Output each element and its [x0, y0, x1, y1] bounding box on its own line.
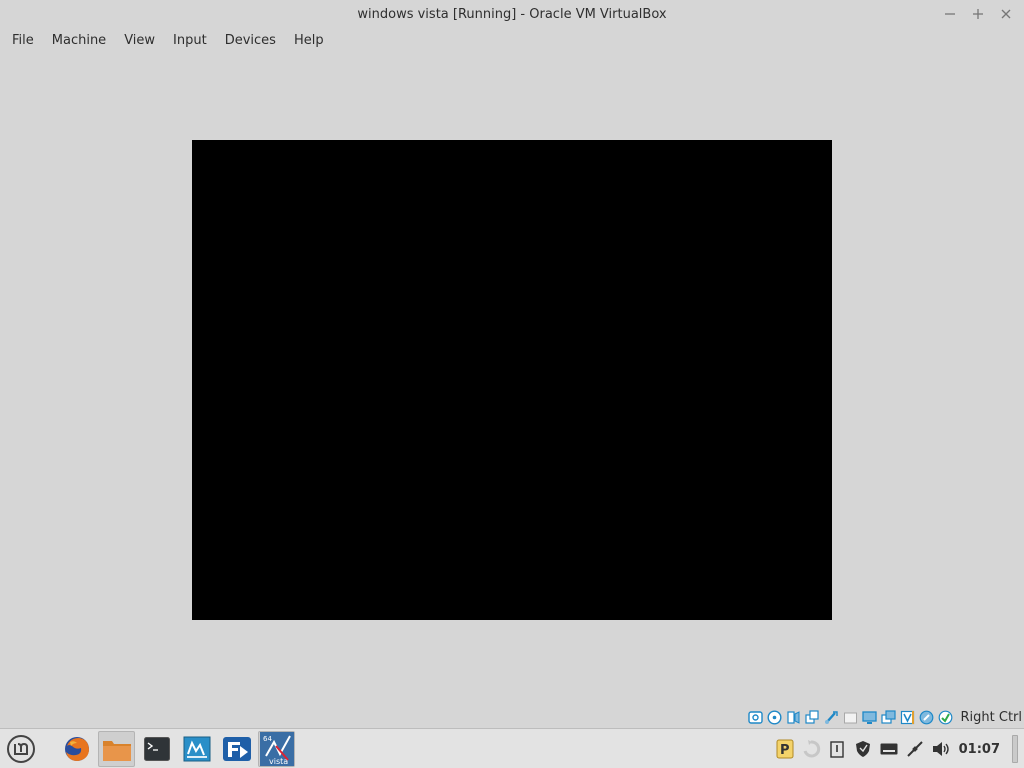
volume-icon[interactable] [931, 739, 951, 759]
menu-devices[interactable]: Devices [216, 28, 285, 54]
bottom-panel: 64 vista P 01:07 [0, 728, 1024, 768]
app-launcher[interactable] [218, 731, 255, 767]
folder-icon [102, 741, 131, 761]
app-icon [222, 737, 251, 761]
terminal-icon [143, 737, 170, 761]
pamac-icon[interactable]: P [775, 739, 795, 759]
vista-badge-top: 64 [263, 735, 272, 743]
minimize-button[interactable] [938, 3, 962, 25]
panel-clock[interactable]: 01:07 [959, 742, 1000, 757]
optical-drive-icon[interactable] [767, 709, 783, 725]
audio-icon[interactable] [786, 709, 802, 725]
panel-launchers: 64 vista [58, 731, 295, 767]
window-controls [938, 3, 1018, 25]
vista-vm-icon: 64 vista [259, 732, 294, 766]
maximize-icon [973, 9, 983, 19]
menu-input[interactable]: Input [164, 28, 216, 54]
files-launcher[interactable] [98, 731, 135, 767]
window-title: windows vista [Running] - Oracle VM Virt… [357, 6, 667, 22]
network-icon[interactable] [805, 709, 821, 725]
title-bar: windows vista [Running] - Oracle VM Virt… [0, 0, 1024, 28]
start-menu-button[interactable] [4, 733, 38, 765]
mint-logo-icon [7, 735, 35, 763]
close-icon [1001, 9, 1011, 19]
menu-help[interactable]: Help [285, 28, 333, 54]
update-icon[interactable] [801, 739, 821, 759]
display-icon[interactable] [862, 709, 878, 725]
minimize-icon [945, 13, 955, 15]
vista-vm-launcher[interactable]: 64 vista [258, 731, 295, 767]
mouse-integration-icon[interactable] [919, 709, 935, 725]
virtualization-icon[interactable] [900, 709, 916, 725]
clipboard-icon[interactable] [827, 739, 847, 759]
shared-folders-icon[interactable] [843, 709, 859, 725]
system-tray: P 01:07 [775, 729, 1024, 768]
vm-status-bar: Right Ctrl [748, 707, 1023, 727]
host-key-label: Right Ctrl [960, 709, 1023, 725]
vista-badge-bottom: vista [269, 757, 288, 766]
firefox-launcher[interactable] [58, 731, 95, 767]
firefox-icon [64, 737, 89, 761]
svg-text:P: P [780, 743, 790, 758]
keyboard-icon[interactable] [879, 739, 899, 759]
menu-file[interactable]: File [3, 28, 43, 54]
network-icon[interactable] [905, 739, 925, 759]
keyboard-capture-icon[interactable] [938, 709, 954, 725]
virtualbox-manager-launcher[interactable] [178, 731, 215, 767]
shield-icon[interactable] [853, 739, 873, 759]
hard-disk-icon[interactable] [748, 709, 764, 725]
menu-view[interactable]: View [115, 28, 164, 54]
menu-machine[interactable]: Machine [43, 28, 115, 54]
video-capture-icon[interactable] [881, 709, 897, 725]
menu-bar: File Machine View Input Devices Help [0, 28, 1024, 54]
virtualbox-icon [183, 736, 210, 762]
usb-icon[interactable] [824, 709, 840, 725]
close-button[interactable] [994, 3, 1018, 25]
show-desktop-button[interactable] [1012, 735, 1018, 763]
vm-display[interactable] [192, 140, 832, 620]
terminal-launcher[interactable] [138, 731, 175, 767]
maximize-button[interactable] [966, 3, 990, 25]
